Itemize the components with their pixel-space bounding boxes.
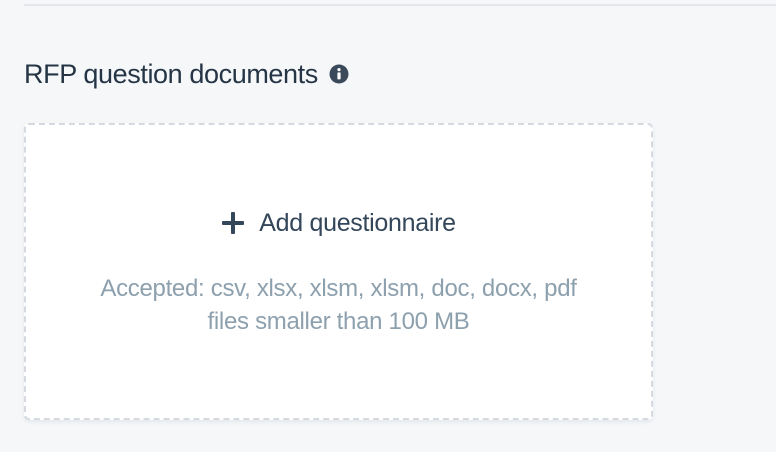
section-header: RFP question documents xyxy=(24,56,349,92)
accepted-file-types: Accepted: csv, xlsx, xlsm, xlsm, doc, do… xyxy=(26,272,651,338)
file-size-limit-text: files smaller than 100 MB xyxy=(207,308,470,335)
accepted-formats-text: Accepted: csv, xlsx, xlsm, xlsm, doc, do… xyxy=(100,275,577,302)
add-questionnaire-label: Add questionnaire xyxy=(259,208,456,237)
questionnaire-dropzone[interactable]: Add questionnaire Accepted: csv, xlsx, x… xyxy=(24,123,653,420)
add-questionnaire-button[interactable]: Add questionnaire xyxy=(26,205,651,241)
info-icon[interactable] xyxy=(329,64,349,84)
top-divider xyxy=(24,4,776,6)
section-title: RFP question documents xyxy=(24,59,318,89)
plus-icon xyxy=(221,211,245,235)
